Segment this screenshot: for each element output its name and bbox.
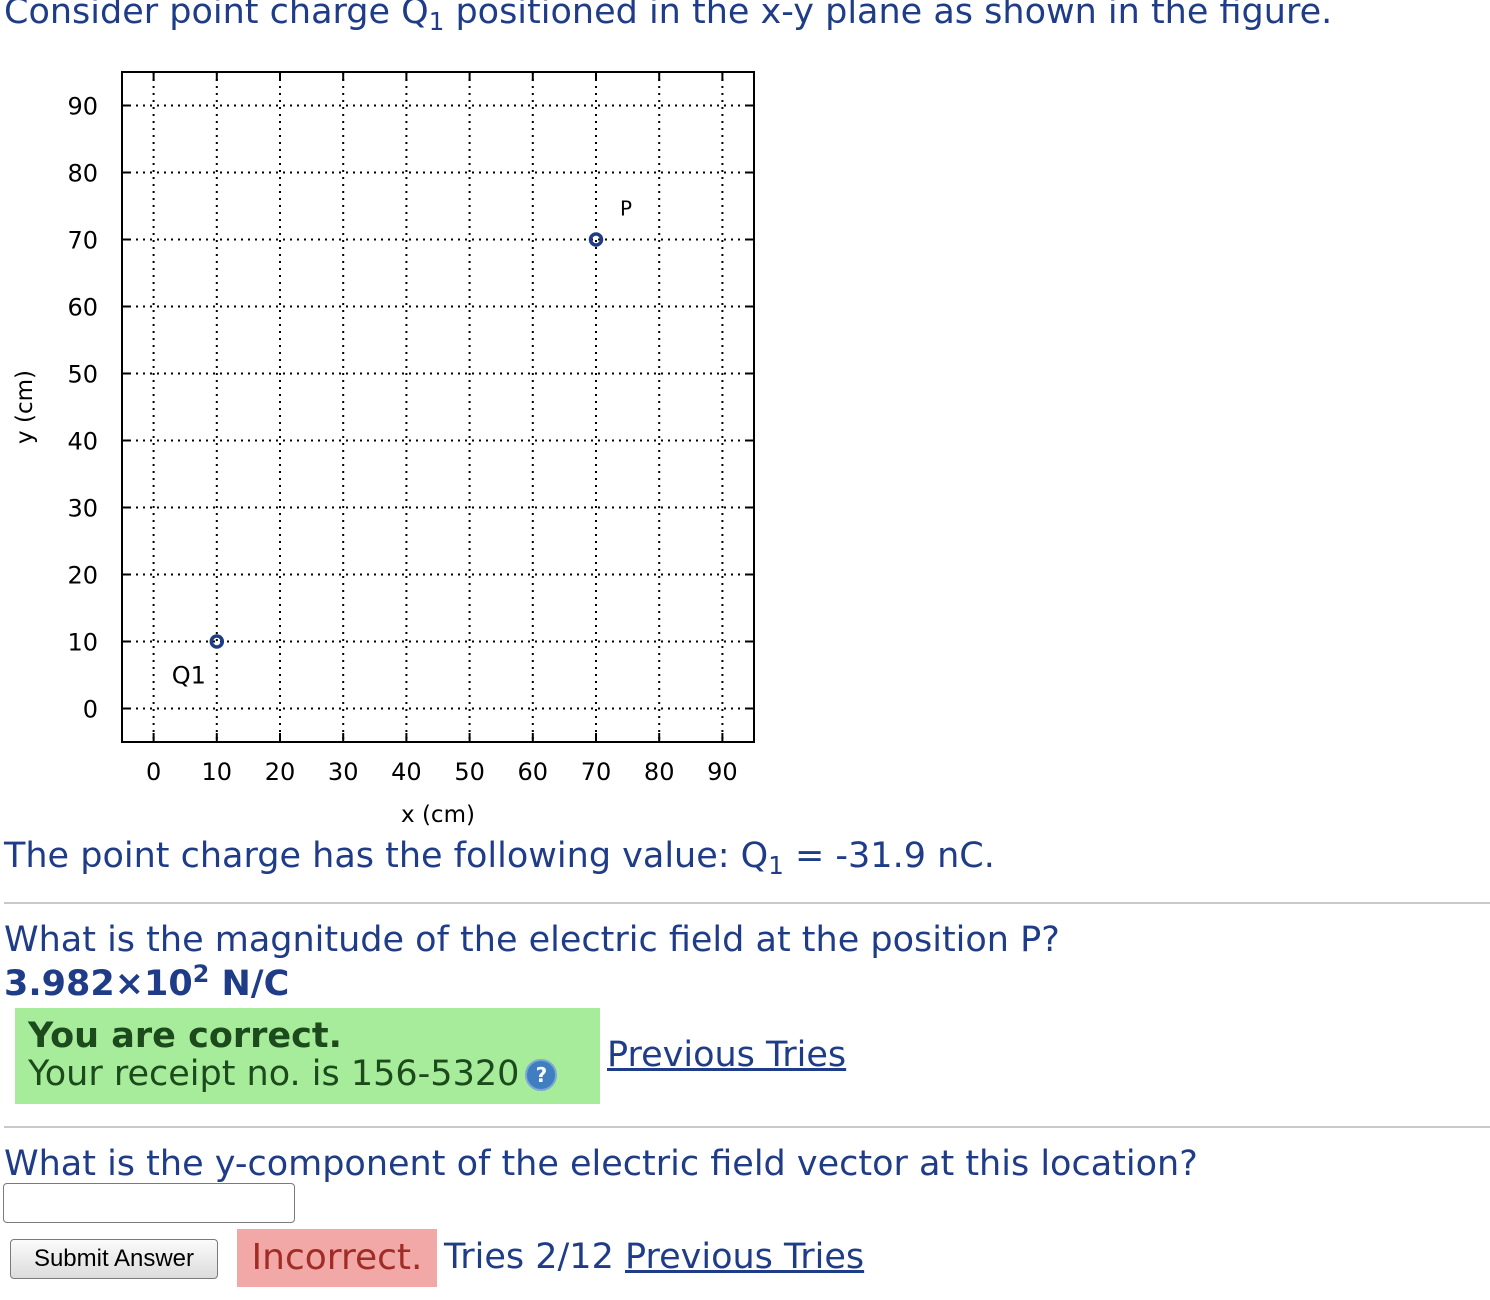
problem-intro: Consider point charge Q1 positioned in t… [4, 0, 1333, 36]
y-axis-label: y (cm) [12, 370, 38, 444]
previous-tries-link-q1[interactable]: Previous Tries [607, 1035, 846, 1075]
x-tick-label: 40 [391, 758, 422, 786]
data-points: Q1 P [172, 197, 632, 690]
x-tick-label: 70 [581, 758, 612, 786]
receipt-text: Your receipt no. is 156-5320 [28, 1054, 520, 1094]
answer-unit: N/C [209, 964, 290, 1004]
question-mark-icon[interactable]: ? [525, 1059, 558, 1091]
charge-value-text: The point charge has the following value… [4, 836, 995, 880]
y-tick-label: 30 [67, 495, 98, 523]
x-tick-label: 50 [454, 758, 485, 786]
x-tick-label: 60 [518, 758, 549, 786]
x-axis-label: x (cm) [401, 802, 475, 828]
tries-status: Tries 2/12 Previous Tries [444, 1237, 864, 1277]
y-tick-label: 70 [67, 227, 98, 255]
intro-text-after: positioned in the x-y plane as shown in … [444, 0, 1333, 32]
point-label-q1: Q1 [172, 662, 206, 690]
correct-feedback-box: You are correct. Your receipt no. is 156… [15, 1008, 600, 1104]
grid-lines [122, 72, 754, 742]
point-marker-p [588, 232, 604, 247]
intro-text-before: Consider point charge Q [4, 0, 429, 32]
y-tick-label: 20 [67, 562, 98, 590]
y-tick-label: 90 [67, 93, 98, 121]
x-tick-label: 30 [328, 758, 359, 786]
answer-input[interactable] [3, 1183, 295, 1223]
y-tick-label: 60 [67, 294, 98, 322]
divider [4, 902, 1490, 904]
tick-labels: 0 10 20 30 40 50 60 70 80 90 0 10 20 30 40 50 60 70 80 90 [67, 93, 737, 787]
charge-subscript: 1 [768, 851, 784, 881]
point-marker-q1 [209, 634, 225, 649]
intro-subscript: 1 [428, 7, 445, 37]
y-tick-label: 50 [67, 361, 98, 389]
submit-answer-button[interactable]: Submit Answer [10, 1239, 218, 1279]
question1-prompt: What is the magnitude of the electric fi… [4, 920, 1060, 960]
charge-text-before: The point charge has the following value… [4, 836, 769, 876]
charge-position-plot: 0 10 20 30 40 50 60 70 80 90 0 10 20 30 40 50 60 70 80 90 x… [12, 71, 755, 828]
y-tick-label: 80 [67, 160, 98, 188]
divider [4, 1126, 1490, 1128]
receipt-line: Your receipt no. is 156-5320? [28, 1054, 600, 1094]
feedback-title: You are correct. [28, 1016, 342, 1056]
x-tick-label: 90 [707, 758, 738, 786]
y-tick-label: 10 [67, 629, 98, 657]
x-tick-label: 20 [265, 758, 296, 786]
answer-base: 3.982×10 [4, 964, 193, 1004]
x-tick-label: 80 [644, 758, 675, 786]
question2-prompt: What is the y-component of the electric … [4, 1144, 1198, 1184]
x-tick-label: 0 [146, 758, 161, 786]
question1-answer: 3.982×102 N/C [4, 960, 290, 1004]
tries-count: Tries 2/12 [444, 1237, 614, 1277]
y-tick-label: 40 [67, 428, 98, 456]
answer-exponent: 2 [192, 959, 210, 988]
incorrect-feedback-badge: Incorrect. [237, 1229, 437, 1287]
x-tick-label: 10 [202, 758, 233, 786]
point-label-p: P [620, 197, 632, 221]
y-tick-label: 0 [83, 696, 98, 724]
previous-tries-link-q2[interactable]: Previous Tries [625, 1237, 864, 1277]
charge-text-after: = -31.9 nC. [783, 836, 995, 876]
